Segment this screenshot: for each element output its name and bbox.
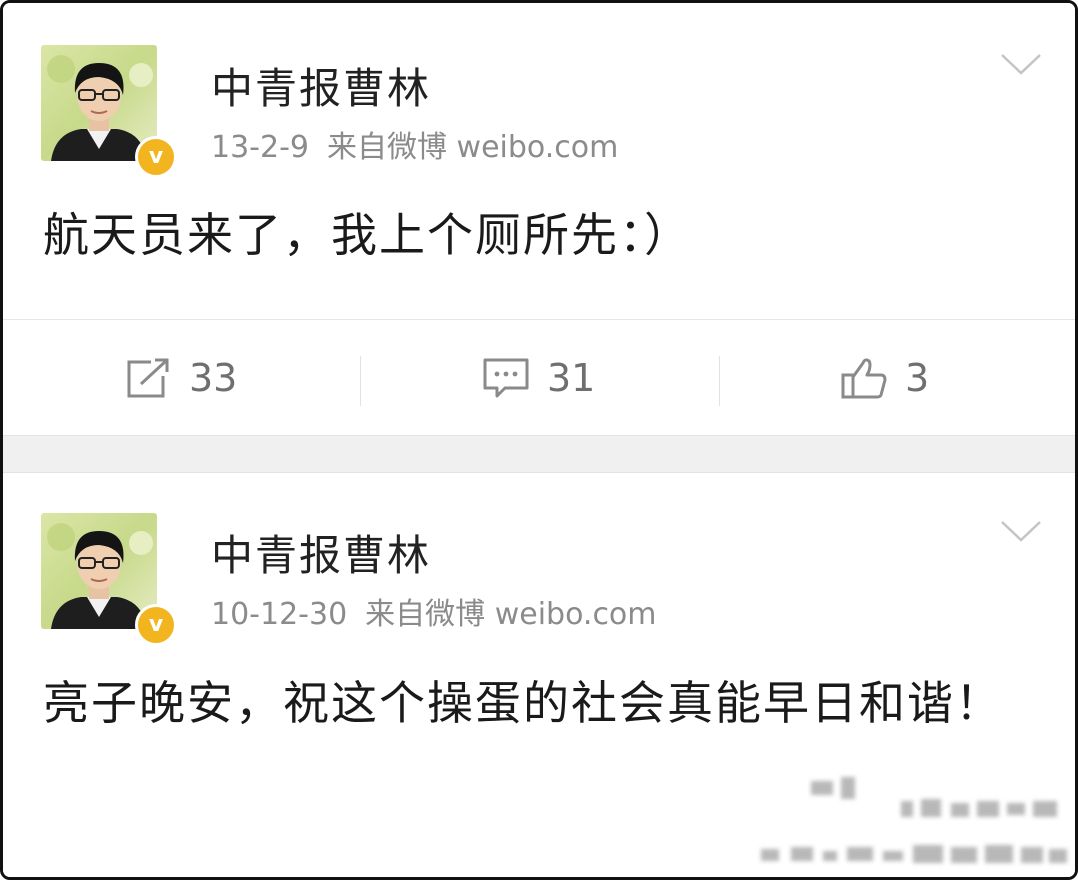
- verified-badge-icon: v: [135, 604, 177, 646]
- verified-badge-icon: v: [135, 136, 177, 178]
- username[interactable]: 中青报曹林: [211, 55, 431, 116]
- chevron-down-icon[interactable]: [999, 51, 1043, 77]
- divider: [360, 356, 361, 406]
- post-source: 来自微博 weibo.com: [365, 597, 657, 632]
- post-text: 亮子晚安，祝这个操蛋的社会真能早日和谐！: [43, 676, 1003, 730]
- post-date[interactable]: 13-2-9: [211, 130, 309, 165]
- post-meta: 10-12-30 来自微博 weibo.com: [211, 589, 657, 633]
- screenshot-frame: v 中青报曹林 13-2-9 来自微博 weibo.com 航天员来了，我上个厕所…: [0, 0, 1078, 880]
- comment-icon: [483, 358, 529, 398]
- watermark-blur: [761, 777, 1067, 863]
- like-count: 3: [905, 356, 930, 400]
- divider: [719, 356, 720, 406]
- post-separator: [3, 435, 1075, 473]
- username[interactable]: 中青报曹林: [211, 522, 431, 583]
- repost-count: 33: [189, 356, 238, 400]
- post-meta: 13-2-9 来自微博 weibo.com: [211, 122, 618, 166]
- chevron-down-icon[interactable]: [999, 518, 1043, 544]
- post-source: 来自微博 weibo.com: [327, 130, 619, 165]
- post-date[interactable]: 10-12-30: [211, 597, 347, 632]
- repost-button[interactable]: 33: [123, 320, 237, 436]
- comment-button[interactable]: 31: [481, 320, 595, 436]
- repost-icon: [127, 358, 169, 398]
- like-button[interactable]: 3: [839, 320, 929, 436]
- post-text: 航天员来了，我上个厕所先：）: [43, 208, 692, 262]
- weibo-post: v 中青报曹林 13-2-9 来自微博 weibo.com 航天员来了，我上个厕所…: [3, 3, 1075, 435]
- action-bar: 33 31 3: [3, 319, 1075, 435]
- comment-count: 31: [547, 356, 596, 400]
- thumbs-up-icon: [841, 358, 887, 399]
